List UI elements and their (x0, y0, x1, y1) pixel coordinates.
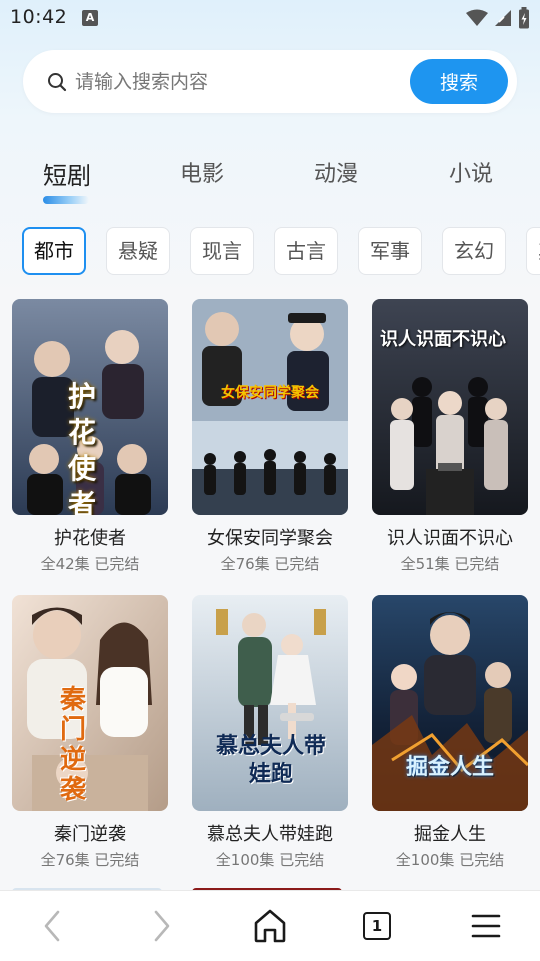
menu-button[interactable] (446, 891, 526, 961)
drama-card[interactable]: 女保安同学聚会 女保安同学聚会 全76集 已完结 (192, 299, 348, 574)
drama-episode-info: 全100集 已完结 (215, 851, 325, 869)
chip-modern-romance[interactable]: 现言 (190, 227, 254, 275)
poster-title-art: 掘金人生 (405, 755, 494, 780)
poster-title-art: 慕总夫人带娃跑 (215, 734, 326, 787)
drama-card[interactable]: 护花使者 护花使者 全42集 已完结 (12, 299, 168, 574)
drama-episode-info: 全51集 已完结 (400, 555, 500, 573)
search-icon (48, 73, 67, 92)
status-bar: 10:42 A (0, 0, 540, 36)
chip-military[interactable]: 军事 (358, 227, 422, 275)
poster-title-art: 秦门逆袭 (60, 685, 87, 805)
drama-title: 护花使者 (54, 528, 126, 549)
wifi-icon (466, 9, 488, 26)
system-icons (466, 7, 530, 29)
chip-fantasy[interactable]: 玄幻 (442, 227, 506, 275)
tabs-button[interactable]: 1 (337, 891, 417, 961)
notification-icon: A (82, 10, 98, 26)
drama-title: 女保安同学聚会 (207, 528, 333, 549)
drama-episode-info: 全76集 已完结 (40, 851, 140, 869)
forward-button[interactable] (122, 891, 202, 961)
drama-title: 识人识面不识心 (387, 528, 513, 549)
drama-title: 慕总夫人带娃跑 (207, 824, 333, 845)
chevron-right-icon (154, 910, 170, 942)
active-tab-indicator (43, 196, 89, 204)
drama-card[interactable]: 秦门逆袭 秦门逆袭 全76集 已完结 (12, 595, 168, 870)
drama-poster[interactable]: 识人识面不识心 (372, 299, 528, 515)
drama-episode-info: 全76集 已完结 (220, 555, 320, 573)
drama-card[interactable]: 掘金人生 掘金人生 全100集 已完结 (372, 595, 528, 870)
chip-ancient-romance[interactable]: 古言 (274, 227, 338, 275)
status-time: 10:42 (10, 6, 68, 28)
chip-urban[interactable]: 都市 (22, 227, 86, 275)
drama-poster[interactable]: 护花使者 (12, 299, 168, 515)
drama-card[interactable]: 识人识面不识心 识人识面不识心 全51集 已完结 (372, 299, 528, 574)
tab-novel[interactable]: 小说 (449, 156, 493, 188)
poster-title-text: 识人识面不识心 (380, 329, 506, 350)
battery-icon (519, 7, 529, 29)
drama-episode-info: 全100集 已完结 (395, 851, 505, 869)
signal-icon (495, 10, 511, 26)
poster-title-art: 识人识面不识心 (380, 329, 520, 351)
bottom-navigation: 1 (0, 890, 540, 961)
poster-title-art: 护花使者 (68, 380, 97, 515)
tab-short-drama[interactable]: 短剧 (43, 156, 91, 191)
back-button[interactable] (12, 891, 92, 961)
genre-chips: 都市 悬疑 现言 古言 军事 玄幻 其他 (22, 227, 540, 277)
drama-card[interactable]: 慕总夫人带娃跑 慕总夫人带娃跑 全100集 已完结 (192, 595, 348, 870)
chip-more[interactable]: 其他 (526, 227, 540, 275)
drama-title: 掘金人生 (414, 824, 486, 845)
search-button[interactable]: 搜索 (410, 59, 508, 104)
drama-poster[interactable]: 秦门逆袭 (12, 595, 168, 811)
tab-count-icon: 1 (363, 912, 391, 940)
tab-anime[interactable]: 动漫 (314, 156, 358, 188)
home-icon (254, 909, 286, 943)
home-button[interactable] (230, 891, 310, 961)
drama-episode-info: 全42集 已完结 (40, 555, 140, 573)
drama-poster[interactable]: 女保安同学聚会 (192, 299, 348, 515)
tab-movie[interactable]: 电影 (180, 156, 224, 188)
chip-suspense[interactable]: 悬疑 (106, 227, 170, 275)
search-input[interactable] (73, 64, 417, 100)
drama-poster[interactable]: 掘金人生 (372, 595, 528, 811)
drama-title: 秦门逆袭 (54, 824, 126, 845)
poster-title-art: 女保安同学聚会 (221, 385, 319, 401)
chevron-left-icon (44, 910, 60, 942)
drama-poster[interactable]: 慕总夫人带娃跑 (192, 595, 348, 811)
search-bar: 搜索 (23, 50, 517, 113)
menu-icon (471, 914, 501, 938)
tab-count: 1 (371, 917, 383, 935)
